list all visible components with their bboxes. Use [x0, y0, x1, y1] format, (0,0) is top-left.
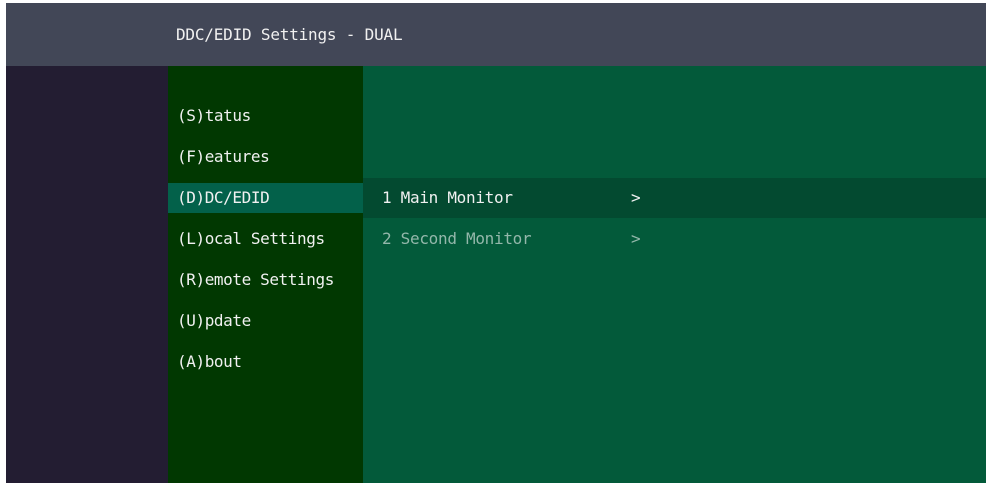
menu-item-about[interactable]: (A)bout	[168, 347, 363, 377]
submenu-item-label: 2 Second Monitor	[382, 229, 532, 248]
menu-item-ddc-edid[interactable]: (D)DC/EDID	[168, 183, 363, 213]
submenu-item-main-monitor[interactable]: 1 Main Monitor >	[363, 178, 986, 218]
page-title: DDC/EDID Settings - DUAL	[176, 25, 403, 44]
menu-item-status[interactable]: (S)tatus	[168, 101, 363, 131]
submenu-pane	[363, 66, 986, 483]
submenu-item-second-monitor[interactable]: 2 Second Monitor >	[363, 219, 986, 259]
menu-item-update[interactable]: (U)pdate	[168, 306, 363, 336]
submenu-item-label: 1 Main Monitor	[382, 188, 513, 207]
menu-item-remote-settings[interactable]: (R)emote Settings	[168, 265, 363, 295]
title-bar: DDC/EDID Settings - DUAL	[6, 3, 986, 66]
left-blank-pane	[6, 66, 168, 483]
chevron-right-icon: >	[631, 229, 641, 248]
menu-item-local-settings[interactable]: (L)ocal Settings	[168, 224, 363, 254]
menu-item-features[interactable]: (F)eatures	[168, 142, 363, 172]
ddc-edid-settings-screen: DDC/EDID Settings - DUAL (S)tatus (F)eat…	[6, 3, 986, 483]
chevron-right-icon: >	[631, 188, 641, 207]
